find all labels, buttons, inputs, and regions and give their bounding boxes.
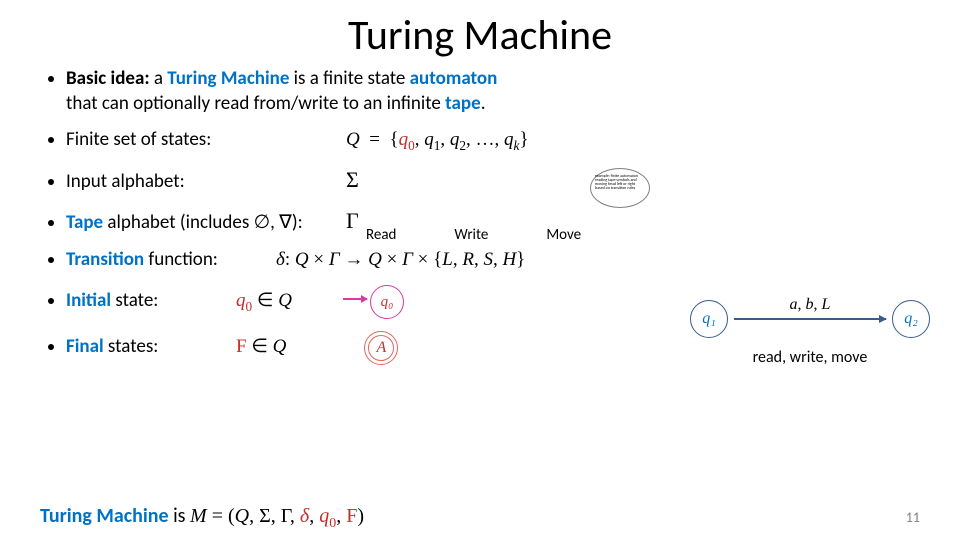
term-initial: Initial xyxy=(66,289,111,312)
state-node-q2: q₂ xyxy=(892,300,930,338)
term-tape-alphabet: Tape xyxy=(66,211,103,234)
final-state-node: A xyxy=(364,331,398,365)
edge-label: a, b, L xyxy=(790,296,831,314)
diagram-subtitle: read, write, move xyxy=(690,348,930,367)
slide: Turing Machine Basic idea: a Turing Mach… xyxy=(0,0,960,540)
bullet-transition: Read Write Move Transition function: δ: … xyxy=(66,248,920,273)
math-final: F ∈ Q xyxy=(236,335,286,360)
math-tuple: M = (Q, Σ, Γ, δ, q0, F) xyxy=(190,505,364,527)
math-transition: δ: Q × Γ → Q × Γ × {L, R, S, H} xyxy=(276,248,525,273)
tape-callout-icon: example: finite automaton reading tape s… xyxy=(590,168,650,208)
state-node-q1: q₁ xyxy=(690,300,728,338)
initial-state-node: q₀ xyxy=(370,285,404,319)
transition-diagram: q₁ a, b, L q₂ read, write, move xyxy=(690,300,930,367)
transition-arrow-icon: a, b, L xyxy=(734,318,886,320)
annotation-move: Move xyxy=(546,226,581,246)
math-sigma: Σ xyxy=(346,166,359,195)
math-gamma: Γ xyxy=(346,207,359,236)
page-number: 11 xyxy=(906,509,920,526)
term-turing-machine: Turing Machine xyxy=(167,67,289,90)
bullet-basic-idea: Basic idea: a Turing Machine is a finite… xyxy=(66,67,920,116)
label-input-alphabet: Input alphabet: xyxy=(66,170,326,195)
annotation-write: Write xyxy=(454,226,488,246)
term-final: Final xyxy=(66,335,104,358)
bullet-input-alphabet: Input alphabet: Σ xyxy=(66,166,920,195)
term-transition: Transition xyxy=(66,248,144,271)
term-tape: tape xyxy=(445,92,481,115)
slide-title: Turing Machine xyxy=(40,10,920,61)
summary-line: Turing Machine is M = (Q, Σ, Γ, δ, q0, F… xyxy=(40,504,364,532)
math-initial: q0 ∈ Q xyxy=(236,289,292,315)
label-basic-idea: Basic idea: xyxy=(66,67,150,90)
term-automaton: automaton xyxy=(410,67,498,90)
label-states: Finite set of states: xyxy=(66,128,326,153)
initial-arrow-icon xyxy=(343,298,367,300)
bullet-states: Finite set of states: Q = {q0, q1, q2, …… xyxy=(66,128,920,154)
annotation-read: Read xyxy=(366,226,396,246)
math-states: Q = {q0, q1, q2, …, qk} xyxy=(346,128,529,154)
